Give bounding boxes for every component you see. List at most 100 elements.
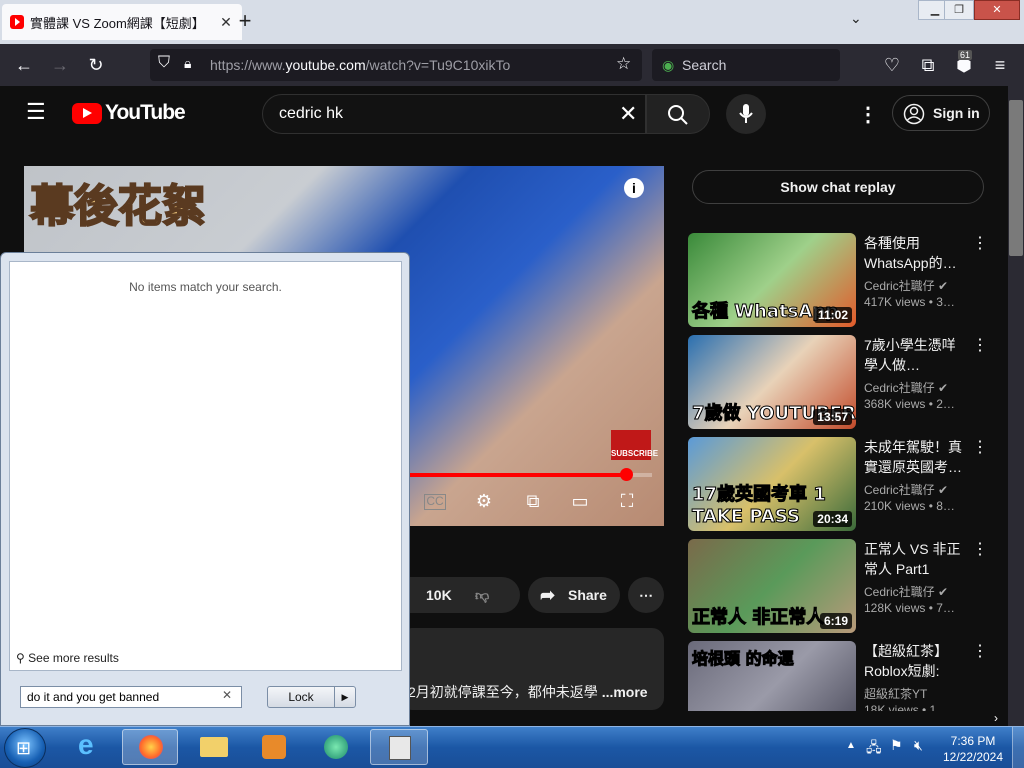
- next-chevron-icon[interactable]: ›: [994, 711, 998, 725]
- video-caption: 幕後花絮: [29, 180, 207, 233]
- forward-icon[interactable]: →: [46, 50, 74, 80]
- captions-icon[interactable]: CC: [424, 494, 446, 510]
- video-title[interactable]: 正常人 VS 非正常人 Part1: [864, 539, 964, 579]
- browser-tab[interactable]: 實體課 VS Zoom網課【短劇】 ✕: [2, 4, 242, 40]
- hamburger-menu-icon[interactable]: ☰: [26, 100, 46, 124]
- microphone-icon: [739, 104, 753, 123]
- extensions-icon[interactable]: ⧉: [914, 50, 942, 80]
- video-title[interactable]: 各種使用WhatsApp的…: [864, 233, 964, 273]
- miniplayer-icon[interactable]: ⧉: [520, 490, 546, 512]
- menu-icon[interactable]: ≡: [986, 50, 1014, 80]
- settings-gear-icon[interactable]: ⚙: [471, 490, 497, 512]
- action-menu-icon[interactable]: ⋮: [972, 233, 988, 253]
- recommendation-item[interactable]: 17歲英國考車 1 TAKE PASS 20:34 未成年駕駛！真實還原英國考……: [688, 437, 988, 533]
- action-menu-icon[interactable]: ⋮: [972, 641, 988, 661]
- lock-button[interactable]: Lock: [267, 686, 335, 708]
- volume-muted-icon[interactable]: 🔇︎: [914, 737, 923, 754]
- info-icon[interactable]: i: [624, 178, 644, 198]
- start-button[interactable]: ⊞: [4, 728, 46, 768]
- clear-search-icon[interactable]: ✕: [222, 688, 232, 702]
- start-menu-results-pane: [9, 261, 402, 671]
- new-tab-button[interactable]: +: [236, 10, 254, 34]
- show-desktop-button[interactable]: [1012, 727, 1024, 768]
- subscribe-watermark[interactable]: SUBSCRIBE: [611, 430, 658, 460]
- media-center-taskbar-icon[interactable]: [308, 729, 364, 765]
- youtube-search-button[interactable]: [646, 94, 710, 134]
- app-taskbar-icon[interactable]: [370, 729, 428, 765]
- video-title[interactable]: 7歲小學生憑咩學人做…: [864, 335, 964, 375]
- video-duration: 13:57: [813, 409, 852, 425]
- action-menu-icon[interactable]: ⋮: [972, 539, 988, 559]
- shield-icon[interactable]: ⛉: [158, 54, 170, 72]
- video-thumbnail[interactable]: 培根頭 的命運: [688, 641, 856, 711]
- video-thumbnail[interactable]: 7歲做 YOUTUBER 13:57: [688, 335, 856, 429]
- channel-name[interactable]: Cedric社職仔 ✔: [864, 277, 948, 294]
- verified-icon: ✔: [938, 381, 949, 395]
- url-prefix: https://www.: [210, 57, 286, 73]
- file-explorer-taskbar-icon[interactable]: [186, 729, 242, 765]
- sign-in-button[interactable]: Sign in: [892, 95, 990, 131]
- view-count: 368K views • 2…: [864, 397, 955, 411]
- reload-icon[interactable]: ↻: [82, 50, 110, 80]
- youtube-logo[interactable]: YouTube: [72, 100, 186, 126]
- extension-badge: 61: [958, 50, 973, 60]
- video-title[interactable]: 未成年駕駛！真實還原英國考…: [864, 437, 964, 477]
- youtube-favicon-icon: [10, 15, 24, 29]
- media-player-taskbar-icon[interactable]: [246, 729, 302, 765]
- lock-icon[interactable]: 🔒︎: [184, 55, 191, 72]
- recommendation-item[interactable]: 各種 WhatsApp 11:02 各種使用WhatsApp的… Cedric社…: [688, 233, 988, 329]
- system-clock[interactable]: 7:36 PM 12/22/2024: [936, 733, 1010, 765]
- url-bar[interactable]: ⛉ 🔒︎ https://www.youtube.com/watch?v=Tu9…: [150, 49, 642, 81]
- voice-search-button[interactable]: [726, 94, 766, 134]
- magnifier-icon: ⚲: [16, 651, 25, 665]
- bookmark-star-icon[interactable]: ☆: [616, 54, 631, 74]
- action-menu-icon[interactable]: ⋮: [972, 335, 988, 355]
- sign-in-label: Sign in: [933, 105, 980, 121]
- video-thumbnail[interactable]: 正常人 非正常人 6:19: [688, 539, 856, 633]
- verified-icon: ✔: [938, 585, 949, 599]
- dislike-icon[interactable]: 👎︎: [475, 577, 489, 613]
- see-more-results-link[interactable]: ⚲ See more results: [16, 651, 119, 665]
- recommendation-item[interactable]: 培根頭 的命運 【超級紅茶】Roblox短劇:培… 超級紅茶YT 18K vie…: [688, 641, 988, 711]
- firefox-taskbar-icon[interactable]: [122, 729, 178, 765]
- scrollbar-thumb[interactable]: [1009, 100, 1023, 256]
- progress-scrubber[interactable]: [620, 468, 633, 481]
- close-window-button[interactable]: ✕: [974, 0, 1020, 20]
- pocket-icon[interactable]: ♡: [878, 50, 906, 80]
- web-search-box[interactable]: ◉ Search: [652, 49, 840, 81]
- show-chat-replay-button[interactable]: Show chat replay: [692, 170, 984, 204]
- recommendation-item[interactable]: 7歲做 YOUTUBER 13:57 7歲小學生憑咩學人做… Cedric社職仔…: [688, 335, 988, 431]
- share-button[interactable]: ➦ Share: [528, 577, 620, 613]
- youtube-search-input[interactable]: cedric hk ✕: [262, 94, 646, 134]
- start-search-input[interactable]: do it and you get banned: [20, 686, 242, 708]
- show-hidden-icons-arrow[interactable]: ▲: [846, 740, 856, 751]
- video-thumbnail[interactable]: 各種 WhatsApp 11:02: [688, 233, 856, 327]
- internet-explorer-taskbar-icon[interactable]: e: [64, 729, 120, 765]
- settings-more-icon[interactable]: ⋮: [858, 102, 878, 127]
- theater-mode-icon[interactable]: ▭: [567, 490, 593, 512]
- more-actions-button[interactable]: ⋯: [628, 577, 664, 613]
- back-icon[interactable]: ←: [10, 50, 38, 80]
- channel-name[interactable]: 超級紅茶YT: [864, 685, 927, 702]
- action-menu-icon[interactable]: ⋮: [972, 437, 988, 457]
- power-options-arrow-icon[interactable]: ▶: [334, 686, 356, 708]
- show-more-link[interactable]: ...more: [602, 684, 648, 700]
- network-icon[interactable]: 🖧︎: [866, 737, 882, 761]
- action-center-flag-icon[interactable]: ⚑: [890, 737, 903, 754]
- restore-button[interactable]: ❐: [944, 0, 974, 20]
- recommendation-item[interactable]: 正常人 非正常人 6:19 正常人 VS 非正常人 Part1 Cedric社職…: [688, 539, 988, 635]
- channel-name[interactable]: Cedric社職仔 ✔: [864, 379, 948, 396]
- description-snippet: 2月初就停課至今，都仲未返學: [408, 684, 598, 700]
- list-all-tabs-icon[interactable]: ⌄: [850, 10, 862, 27]
- fullscreen-icon[interactable]: ⛶: [614, 490, 640, 512]
- channel-name[interactable]: Cedric社職仔 ✔: [864, 481, 948, 498]
- account-icon: [903, 103, 925, 125]
- video-description[interactable]: 2月初就停課至今，都仲未返學 ...more: [400, 628, 664, 710]
- share-icon: ➦: [540, 585, 556, 605]
- youtube-logo-text: YouTube: [105, 101, 186, 124]
- clear-search-icon[interactable]: ✕: [619, 95, 637, 133]
- video-title[interactable]: 【超級紅茶】Roblox短劇:培…: [864, 641, 964, 681]
- channel-name[interactable]: Cedric社職仔 ✔: [864, 583, 948, 600]
- video-thumbnail[interactable]: 17歲英國考車 1 TAKE PASS 20:34: [688, 437, 856, 531]
- close-tab-icon[interactable]: ✕: [218, 14, 234, 31]
